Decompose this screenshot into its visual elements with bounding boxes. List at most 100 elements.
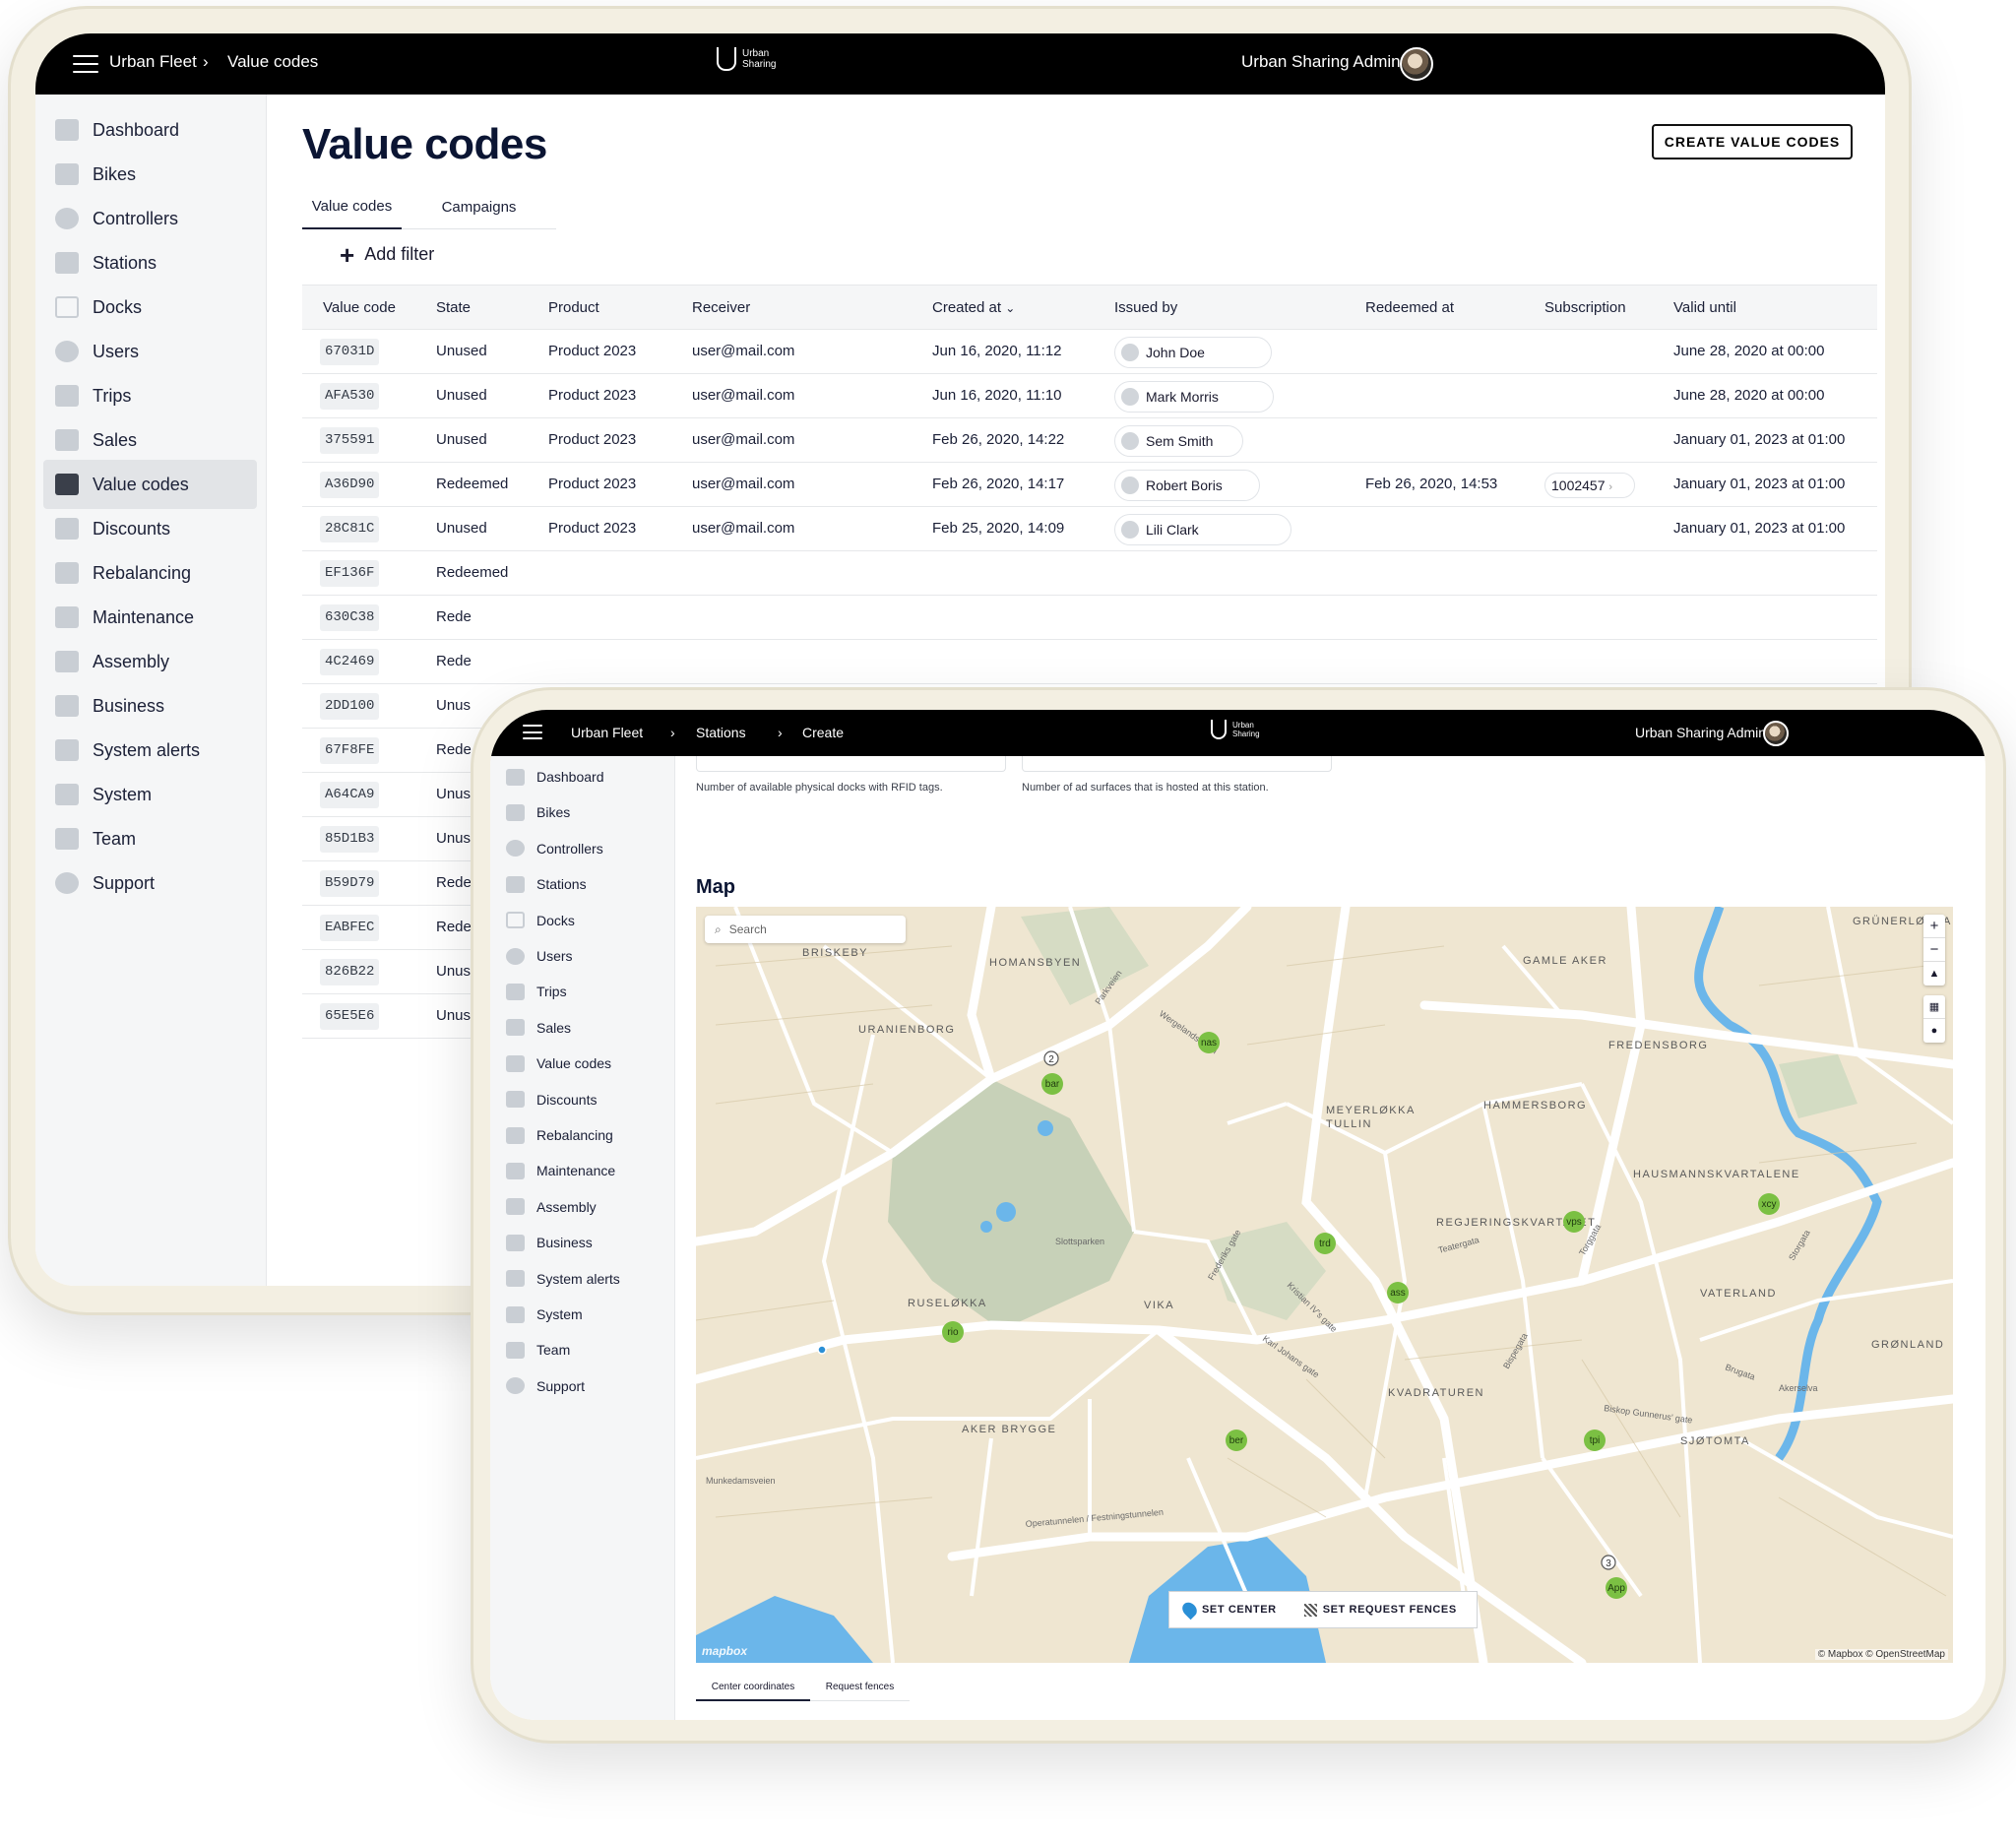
sidebar-item-bikes[interactable]: Bikes <box>496 794 663 831</box>
value-code[interactable]: 67F8FE <box>320 737 380 764</box>
station-marker[interactable]: xcy <box>1758 1193 1780 1215</box>
sidebar-item-controllers[interactable]: Controllers <box>496 830 663 867</box>
sidebar-item-discounts[interactable]: Discounts <box>496 1081 663 1118</box>
value-code[interactable]: EABFEC <box>320 915 380 941</box>
issued-by-chip[interactable]: Sem Smith <box>1114 425 1244 457</box>
zoom-in-button[interactable]: + <box>1923 915 1945 938</box>
station-marker[interactable]: tpi <box>1584 1430 1606 1451</box>
sidebar-item-bikes[interactable]: Bikes <box>43 150 257 199</box>
col-valid-until[interactable]: Valid until <box>1673 299 1736 316</box>
col-issued-by[interactable]: Issued by <box>1114 299 1177 316</box>
col-product[interactable]: Product <box>548 299 599 316</box>
col-value-code[interactable]: Value code <box>323 299 396 316</box>
station-marker[interactable]: nas <box>1198 1032 1220 1053</box>
sidebar-item-system[interactable]: System <box>496 1296 663 1333</box>
value-code[interactable]: B59D79 <box>320 870 380 897</box>
value-code[interactable]: 630C38 <box>320 604 380 631</box>
table-row[interactable]: 630C38 Rede <box>302 596 1877 640</box>
breadcrumb-app[interactable]: Urban Fleet <box>571 725 643 740</box>
sidebar-item-dashboard[interactable]: Dashboard <box>43 105 257 155</box>
station-marker[interactable]: ber <box>1226 1430 1247 1451</box>
sidebar-item-team[interactable]: Team <box>43 814 257 863</box>
table-row[interactable]: 375591 Unused Product 2023 user@mail.com Feb… <box>302 418 1877 463</box>
breadcrumb-stations[interactable]: Stations <box>696 725 746 740</box>
sidebar-item-docks[interactable]: Docks <box>43 283 257 332</box>
table-row[interactable]: A36D90 Redeemed Product 2023 user@mail.com F… <box>302 463 1877 507</box>
map-search-input[interactable]: ⌕ Search <box>705 916 906 943</box>
value-code[interactable]: 4C2469 <box>320 649 380 675</box>
table-row[interactable]: 4C2469 Rede <box>302 640 1877 684</box>
issued-by-chip[interactable]: Lili Clark <box>1114 514 1292 545</box>
user-menu[interactable]: Urban Sharing Admin ⌄ <box>1241 52 1418 72</box>
sidebar-item-maintenance[interactable]: Maintenance <box>496 1152 663 1189</box>
sidebar-item-stations[interactable]: Stations <box>43 238 257 287</box>
create-value-codes-button[interactable]: CREATE VALUE CODES <box>1652 124 1853 159</box>
station-marker[interactable]: vps <box>1563 1211 1585 1233</box>
tab-value-codes[interactable]: Value codes <box>302 185 402 229</box>
issued-by-chip[interactable]: Mark Morris <box>1114 381 1274 413</box>
tab-center-coordinates[interactable]: Center coordinates <box>696 1682 810 1701</box>
station-marker[interactable]: rio <box>942 1321 964 1343</box>
sidebar-item-users[interactable]: Users <box>496 937 663 975</box>
value-code[interactable]: 826B22 <box>320 959 380 985</box>
issued-by-chip[interactable]: John Doe <box>1114 337 1272 368</box>
menu-icon[interactable] <box>73 55 98 73</box>
station-marker[interactable]: bar <box>1041 1073 1063 1095</box>
sidebar-item-support[interactable]: Support <box>43 858 257 908</box>
value-code[interactable]: 85D1B3 <box>320 826 380 853</box>
table-row[interactable]: AFA530 Unused Product 2023 user@mail.com Jun… <box>302 374 1877 418</box>
station-marker[interactable]: trd <box>1314 1233 1336 1254</box>
value-code[interactable]: A64CA9 <box>320 782 380 808</box>
sidebar-item-trips[interactable]: Trips <box>496 973 663 1010</box>
sidebar-item-business[interactable]: Business <box>43 681 257 731</box>
tab-request-fences[interactable]: Request fences <box>810 1682 910 1701</box>
col-subscription[interactable]: Subscription <box>1544 299 1626 316</box>
value-code[interactable]: 2DD100 <box>320 693 380 720</box>
user-menu[interactable]: Urban Sharing Admin ⌄ <box>1635 725 1783 740</box>
buildings-icon[interactable]: ▦ <box>1923 995 1945 1019</box>
set-request-fences-button[interactable]: SET REQUEST FENCES <box>1291 1603 1471 1617</box>
station-marker[interactable]: ass <box>1387 1282 1409 1303</box>
sidebar-item-sales[interactable]: Sales <box>43 415 257 465</box>
value-code[interactable]: 67031D <box>320 339 380 365</box>
value-code[interactable]: AFA530 <box>320 383 380 410</box>
compass-icon[interactable]: ▲ <box>1923 962 1945 985</box>
col-state[interactable]: State <box>436 299 471 316</box>
add-filter-button[interactable]: + Add filter <box>340 242 434 268</box>
avatar[interactable] <box>1400 47 1433 81</box>
value-code[interactable]: 65E5E6 <box>320 1003 380 1030</box>
sidebar-item-team[interactable]: Team <box>496 1331 663 1368</box>
sidebar-item-business[interactable]: Business <box>496 1224 663 1261</box>
issued-by-chip[interactable]: Robert Boris <box>1114 470 1260 501</box>
sidebar-item-controllers[interactable]: Controllers <box>43 194 257 243</box>
docks-input[interactable] <box>696 756 1006 772</box>
set-center-button[interactable]: SET CENTER <box>1169 1599 1291 1621</box>
sidebar-item-stations[interactable]: Stations <box>496 865 663 903</box>
col-receiver[interactable]: Receiver <box>692 299 750 316</box>
col-created-at[interactable]: Created at ⌄ <box>932 299 1015 316</box>
map-attribution[interactable]: © Mapbox © OpenStreetMap <box>1814 1649 1948 1660</box>
value-code[interactable]: A36D90 <box>320 472 380 498</box>
sidebar-item-system-alerts[interactable]: System alerts <box>43 726 257 775</box>
value-code[interactable]: EF136F <box>320 560 380 587</box>
col-redeemed-at[interactable]: Redeemed at <box>1365 299 1454 316</box>
sidebar-item-value-codes[interactable]: Value codes <box>496 1045 663 1082</box>
sidebar-item-dashboard[interactable]: Dashboard <box>496 758 663 795</box>
value-code[interactable]: 375591 <box>320 427 380 454</box>
avatar[interactable] <box>1763 721 1789 746</box>
sidebar-item-system-alerts[interactable]: System alerts <box>496 1260 663 1298</box>
sidebar-item-support[interactable]: Support <box>496 1367 663 1405</box>
breadcrumb-app[interactable]: Urban Fleet <box>109 52 197 72</box>
sidebar-item-assembly[interactable]: Assembly <box>43 637 257 686</box>
ad-surfaces-input[interactable] <box>1022 756 1332 772</box>
sidebar-item-users[interactable]: Users <box>43 327 257 376</box>
station-map[interactable]: BRISKEBY HOMANSBYEN URANIENBORG GRÜNERLØ… <box>696 907 1953 1663</box>
zoom-out-button[interactable]: − <box>1923 938 1945 962</box>
sidebar-item-discounts[interactable]: Discounts <box>43 504 257 553</box>
sidebar-item-maintenance[interactable]: Maintenance <box>43 593 257 642</box>
sidebar-item-rebalancing[interactable]: Rebalancing <box>43 548 257 598</box>
sidebar-item-system[interactable]: System <box>43 770 257 819</box>
sidebar-item-sales[interactable]: Sales <box>496 1009 663 1047</box>
subscription-chip[interactable]: 1002457 › <box>1544 473 1636 498</box>
table-row[interactable]: 67031D Unused Product 2023 user@mail.com Jun… <box>302 330 1877 374</box>
